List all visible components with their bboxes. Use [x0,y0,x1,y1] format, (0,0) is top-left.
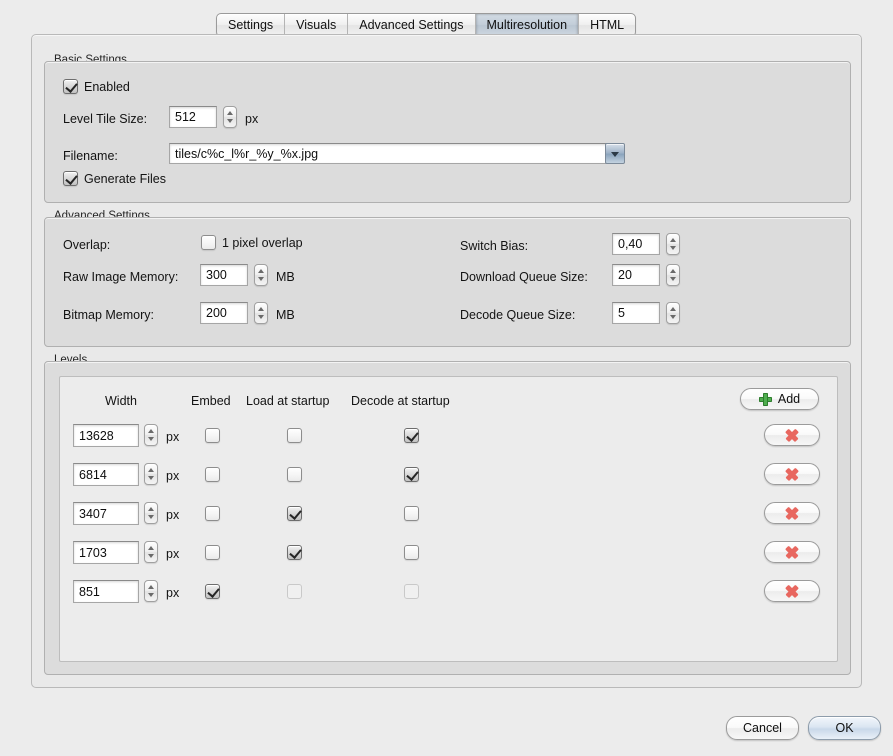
level-width-stepper[interactable] [144,424,158,446]
generate-files-checkbox-row[interactable]: Generate Files [63,171,166,186]
level-width-stepper[interactable] [144,541,158,563]
embed-checkbox[interactable] [205,506,220,521]
bitmap-memory-unit: MB [276,308,295,322]
enabled-checkbox[interactable] [63,79,78,94]
decode-checkbox[interactable] [404,506,419,521]
decode-checkbox[interactable] [404,467,419,482]
load-checkbox[interactable] [287,545,302,560]
level-tile-size-label: Level Tile Size: [63,112,148,126]
add-button-label: Add [777,392,801,406]
level-width-unit: px [166,430,180,444]
download-queue-size-label: Download Queue Size: [460,270,588,284]
level-tile-size-unit: px [245,112,259,126]
one-pixel-overlap-label: 1 pixel overlap [222,235,303,250]
load-checkbox[interactable] [287,428,302,443]
level-width-input[interactable]: 851 [73,580,139,603]
level-width-stepper[interactable] [144,502,158,524]
delete-level-button[interactable] [764,541,820,563]
switch-bias-stepper[interactable] [666,233,680,255]
delete-level-button[interactable] [764,424,820,446]
cancel-button[interactable]: Cancel [726,716,799,740]
dialog-panel: Basic Settings Enabled Level Tile Size: … [31,34,862,688]
bitmap-memory-input[interactable]: 200 [200,302,248,324]
load-checkbox[interactable] [287,467,302,482]
decode-queue-size-stepper[interactable] [666,302,680,324]
level-width-unit: px [166,586,180,600]
level-tile-size-stepper[interactable] [223,106,237,128]
close-icon [786,507,799,520]
level-width-unit: px [166,469,180,483]
embed-checkbox[interactable] [205,545,220,560]
close-icon [786,468,799,481]
download-queue-size-input[interactable]: 20 [612,264,660,286]
raw-image-memory-label: Raw Image Memory: [63,270,179,284]
level-width-input[interactable]: 6814 [73,463,139,486]
add-level-button[interactable]: Add [740,388,819,410]
decode-checkbox[interactable] [404,428,419,443]
close-icon [786,429,799,442]
generate-files-checkbox[interactable] [63,171,78,186]
enabled-checkbox-row[interactable]: Enabled [63,79,130,94]
delete-level-button[interactable] [764,502,820,524]
generate-files-label: Generate Files [84,171,166,186]
raw-image-memory-input[interactable]: 300 [200,264,248,286]
tab-visuals[interactable]: Visuals [285,14,349,36]
levels-table-panel: Width Embed Load at startup Decode at st… [59,376,838,662]
advanced-settings-group: Overlap: 1 pixel overlap Raw Image Memor… [44,217,851,347]
level-width-unit: px [166,508,180,522]
switch-bias-label: Switch Bias: [460,239,529,253]
raw-image-memory-stepper[interactable] [254,264,268,286]
bitmap-memory-label: Bitmap Memory: [63,308,154,322]
plus-icon [758,392,772,406]
tab-settings[interactable]: Settings [217,14,286,36]
level-width-stepper[interactable] [144,580,158,602]
decode-checkbox[interactable] [404,545,419,560]
one-pixel-overlap-checkbox[interactable] [201,235,216,250]
close-icon [786,585,799,598]
enabled-label: Enabled [84,79,130,94]
filename-dropdown-button[interactable] [605,143,625,164]
decode-checkbox [404,584,419,599]
level-width-unit: px [166,547,180,561]
level-tile-size-input[interactable]: 512 [169,106,217,128]
decode-queue-size-input[interactable]: 5 [612,302,660,324]
column-header-width: Width [105,394,137,408]
overlap-label: Overlap: [63,238,111,252]
embed-checkbox[interactable] [205,428,220,443]
basic-settings-group: Enabled Level Tile Size: 512 px Filename… [44,61,851,203]
level-width-input[interactable]: 13628 [73,424,139,447]
levels-group: Width Embed Load at startup Decode at st… [44,361,851,675]
bitmap-memory-stepper[interactable] [254,302,268,324]
filename-input[interactable]: tiles/c%c_l%r_%y_%x.jpg [169,143,621,164]
embed-checkbox[interactable] [205,467,220,482]
decode-queue-size-label: Decode Queue Size: [460,308,576,322]
level-width-input[interactable]: 3407 [73,502,139,525]
tab-advanced-settings[interactable]: Advanced Settings [348,14,476,36]
embed-checkbox[interactable] [205,584,220,599]
close-icon [786,546,799,559]
delete-level-button[interactable] [764,580,820,602]
ok-button[interactable]: OK [808,716,881,740]
download-queue-size-stepper[interactable] [666,264,680,286]
level-width-stepper[interactable] [144,463,158,485]
column-header-load: Load at startup [246,394,330,408]
switch-bias-input[interactable]: 0,40 [612,233,660,255]
load-checkbox[interactable] [287,506,302,521]
overlap-checkbox-row[interactable]: 1 pixel overlap [201,235,303,250]
load-checkbox [287,584,302,599]
level-width-input[interactable]: 1703 [73,541,139,564]
column-header-embed: Embed [191,394,231,408]
raw-image-memory-unit: MB [276,270,295,284]
filename-label: Filename: [63,149,118,163]
delete-level-button[interactable] [764,463,820,485]
tab-html[interactable]: HTML [579,14,635,36]
column-header-decode: Decode at startup [351,394,450,408]
tab-multiresolution[interactable]: Multiresolution [475,14,580,36]
